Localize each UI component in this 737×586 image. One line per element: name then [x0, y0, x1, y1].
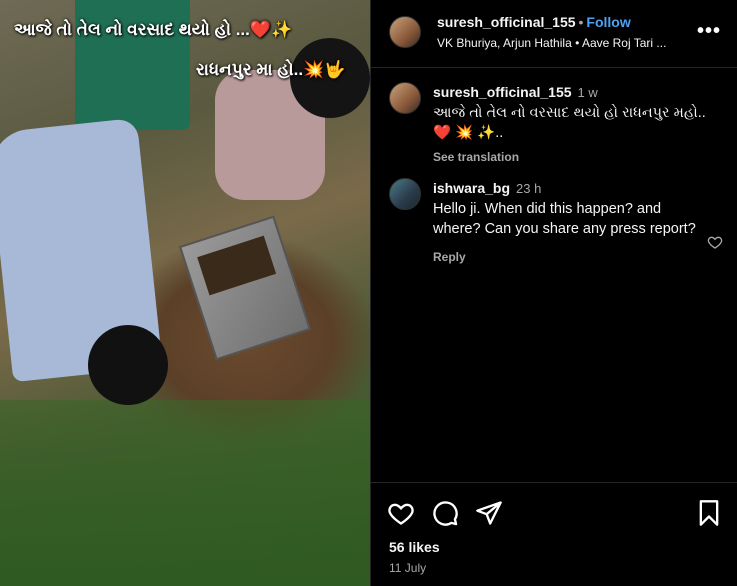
like-count[interactable]: 56 likes [389, 539, 440, 555]
comment-username[interactable]: suresh_officinal_155 [433, 84, 572, 100]
avatar[interactable] [389, 82, 421, 114]
avatar[interactable] [389, 16, 421, 48]
post-panel: suresh_officinal_155 • Follow VK Bhuriya, … [370, 0, 737, 586]
reply-button[interactable]: Reply [433, 247, 697, 267]
heart-icon[interactable] [707, 234, 723, 250]
comment-time: 1 w [577, 85, 598, 100]
header-username[interactable]: suresh_officinal_155 [437, 14, 576, 30]
comment-username[interactable]: ishwara_bg [433, 180, 510, 196]
media-caption-line2: રાધનપુર મા હો..💥🤟 [196, 60, 346, 79]
post-media[interactable]: આજે તો તેલ નો વરસાદ થયો હો ...❤️✨ રાધનપુ… [0, 0, 370, 586]
share-icon[interactable] [475, 499, 503, 527]
follow-button[interactable]: Follow [586, 14, 630, 30]
header-user-line: suresh_officinal_155 • Follow [437, 14, 631, 30]
see-translation-link[interactable]: See translation [433, 147, 707, 167]
bookmark-icon[interactable] [695, 499, 723, 527]
comments-list[interactable]: suresh_officinal_155 1 w આજે તો તેલ નો વર… [371, 68, 737, 480]
audio-attribution[interactable]: VK Bhuriya, Arjun Hathila • Aave Roj Tar… [437, 36, 692, 50]
media-caption-line1: આજે તો તેલ નો વરસાદ થયો હો ...❤️✨ [14, 20, 293, 39]
media-grass [0, 400, 370, 586]
post-date: 11 July [389, 561, 427, 575]
avatar[interactable] [389, 178, 421, 210]
separator-dot: • [578, 14, 584, 30]
more-icon[interactable]: ••• [697, 20, 721, 43]
media-person-head [88, 325, 168, 405]
post-actions: 56 likes 11 July [371, 482, 737, 586]
post-header: suresh_officinal_155 • Follow VK Bhuriya, … [371, 0, 737, 68]
comment-icon[interactable] [431, 499, 459, 527]
comment-text: આજે તો તેલ નો વરસાદ થયો હો રાધનપુર મહો..… [433, 105, 706, 141]
heart-icon[interactable] [387, 499, 415, 527]
comment-text: Hello ji. When did this happen? and wher… [433, 201, 696, 237]
comment-time: 23 h [516, 181, 542, 196]
